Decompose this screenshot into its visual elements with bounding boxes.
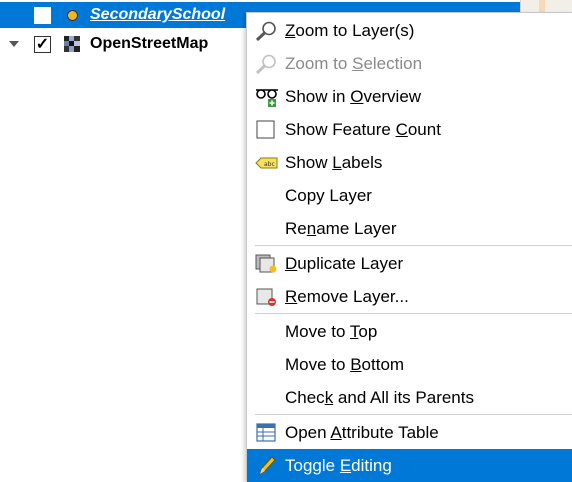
glasses-add-icon <box>256 89 278 107</box>
attribute-table-icon <box>256 423 276 442</box>
checkbox-icon[interactable] <box>255 120 279 140</box>
zoom-icon <box>255 54 276 74</box>
expand-arrow-icon[interactable] <box>8 39 19 50</box>
pencil-icon <box>259 456 276 476</box>
menu-item-copy-layer[interactable]: Copy Layer <box>247 179 572 212</box>
layer-name: SecondarySchool <box>90 6 226 23</box>
svg-text:abc: abc <box>264 161 275 168</box>
layer-context-menu: Zoom to Layer(s) Zoom to Selection Show … <box>246 12 572 482</box>
raster-layer-icon <box>64 36 80 52</box>
menu-item-show-feature-count[interactable]: Show Feature Count <box>247 113 572 146</box>
layer-visibility-checkbox[interactable]: ✓ <box>34 35 51 53</box>
menu-item-show-in-overview[interactable]: Show in Overview <box>247 80 572 113</box>
menu-item-rename-layer[interactable]: Rename Layer <box>247 212 572 245</box>
zoom-icon <box>255 21 276 41</box>
layer-visibility-checkbox[interactable] <box>34 6 51 24</box>
menu-item-duplicate-layer[interactable]: Duplicate Layer <box>247 247 572 280</box>
menu-separator <box>255 245 572 246</box>
menu-item-move-to-top[interactable]: Move to Top <box>247 315 572 348</box>
menu-item-check-and-parents[interactable]: Check and All its Parents <box>247 381 572 414</box>
menu-item-open-attribute-table[interactable]: Open Attribute Table <box>247 416 572 449</box>
menu-item-toggle-editing[interactable]: Toggle Editing <box>247 449 572 482</box>
point-layer-icon <box>67 9 78 21</box>
menu-separator <box>255 414 572 415</box>
menu-item-show-labels[interactable]: abc Show Labels <box>247 146 572 179</box>
menu-item-move-to-bottom[interactable]: Move to Bottom <box>247 348 572 381</box>
label-tag-icon: abc <box>255 157 278 169</box>
layer-name: OpenStreetMap <box>90 35 209 52</box>
menu-item-remove-layer[interactable]: Remove Layer... <box>247 280 572 313</box>
remove-layer-icon <box>256 288 276 306</box>
menu-separator <box>255 313 572 314</box>
duplicate-layer-icon <box>255 254 277 273</box>
menu-item-zoom-to-layers[interactable]: Zoom to Layer(s) <box>247 14 572 47</box>
menu-item-zoom-to-selection[interactable]: Zoom to Selection <box>247 47 572 80</box>
